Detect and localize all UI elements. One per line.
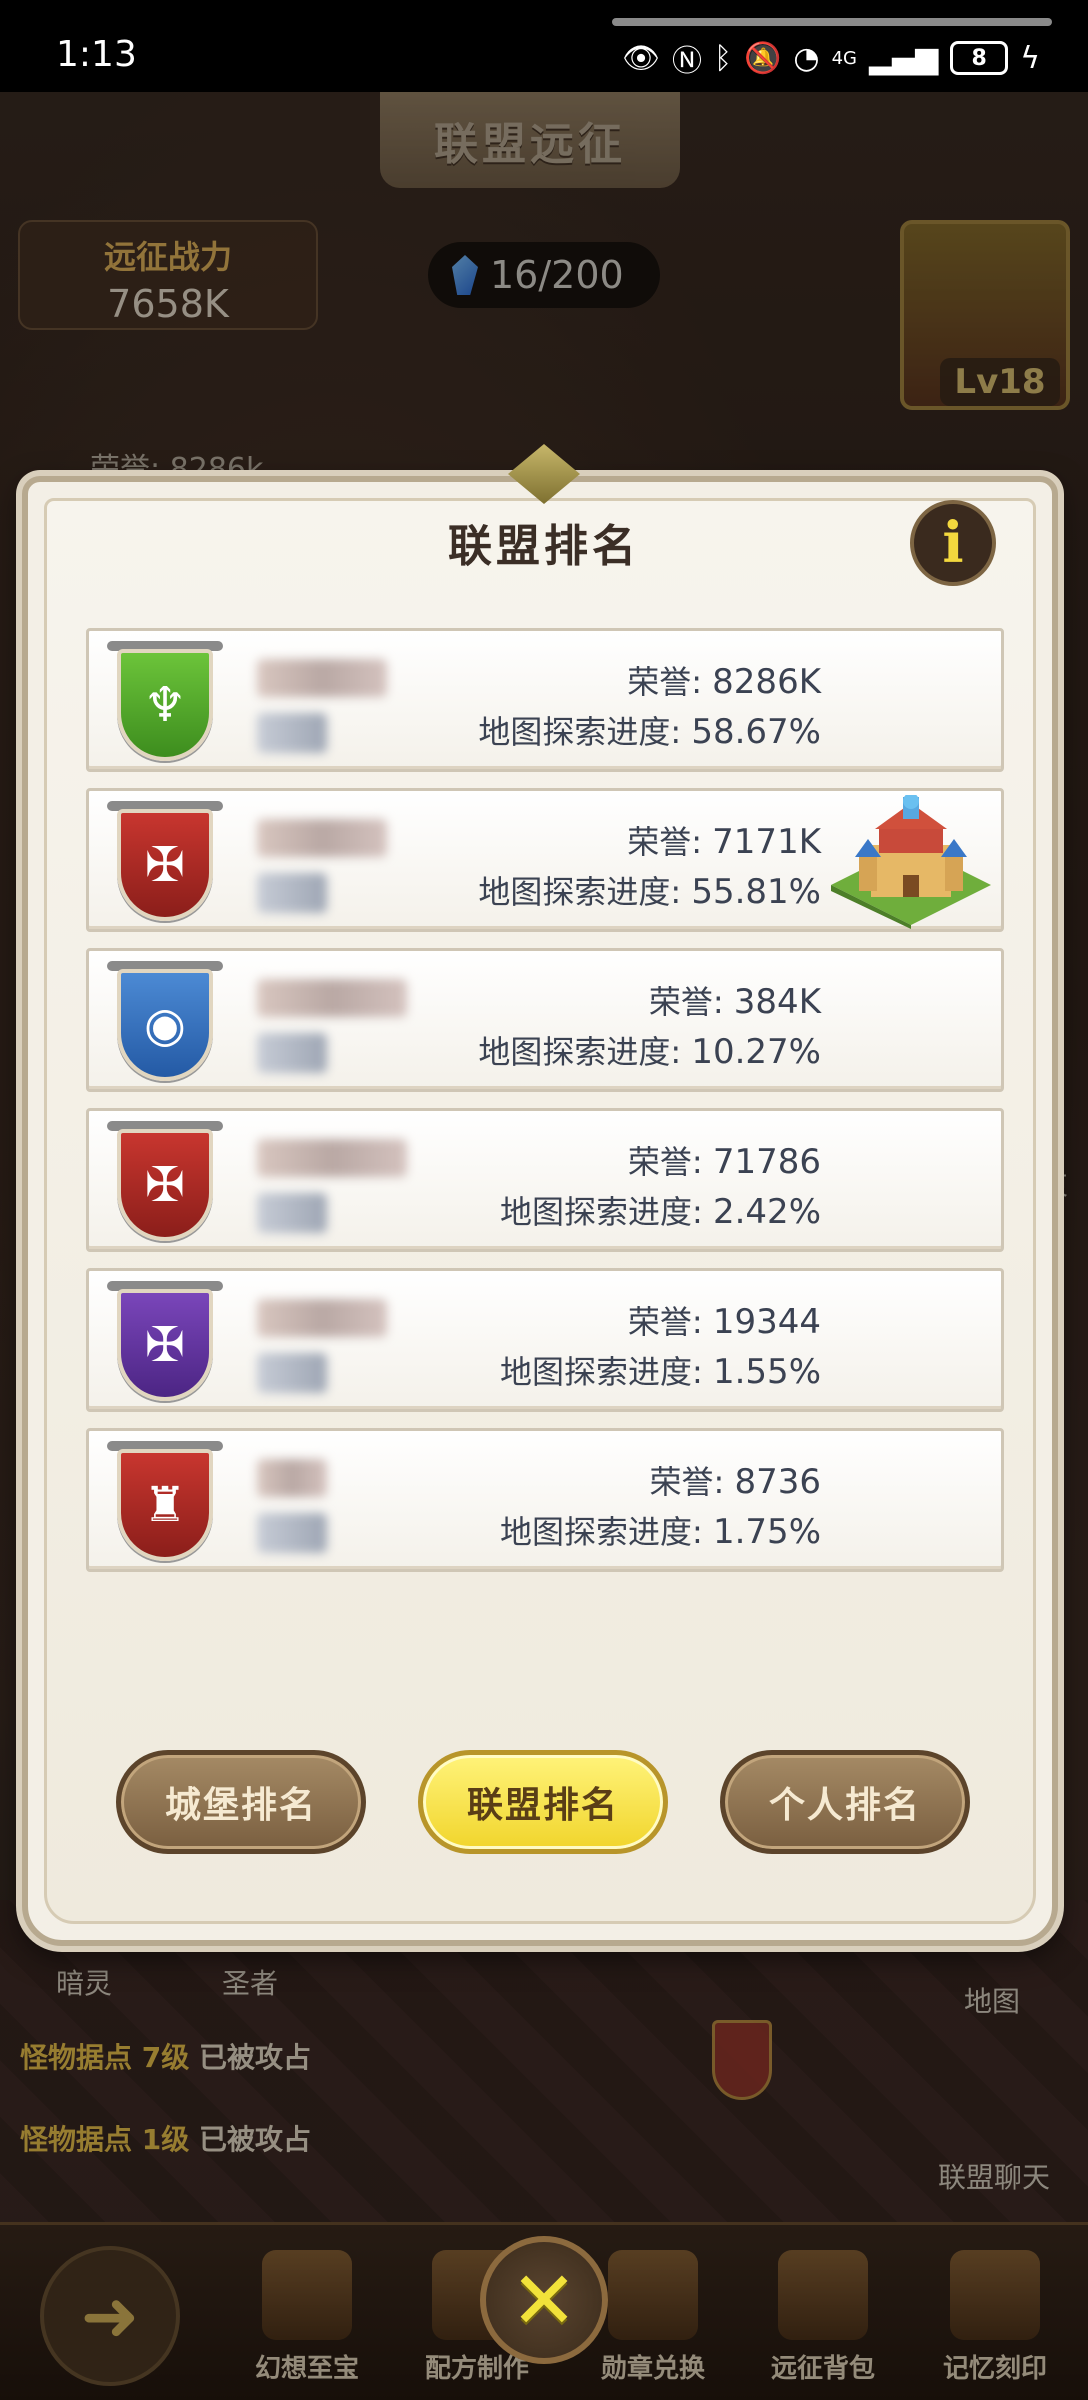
- progress-number: 1.75%: [712, 1512, 821, 1552]
- ranking-row[interactable]: ✠ 荣誉: 19344 地图探索进度: 1.55%: [86, 1268, 1004, 1412]
- progress-label: 地图探索进度:: [478, 713, 682, 751]
- status-bar: 1:13 👁 Ⓝ ᛒ 🔕 ◔ 4G ▂▄▆ 8 ϟ: [0, 0, 1088, 92]
- ranking-row[interactable]: ♆ 荣誉: 8286K 地图探索进度: 58.67%: [86, 628, 1004, 772]
- alliance-banner-icon: ✠: [117, 1129, 213, 1241]
- mute-icon: 🔕: [744, 40, 782, 76]
- alliance-leader-redacted: [257, 873, 327, 913]
- alliance-banner-icon: ♜: [117, 1449, 213, 1561]
- info-icon[interactable]: i: [910, 500, 996, 586]
- tab-castle-ranking[interactable]: 城堡排名: [116, 1750, 366, 1854]
- alliance-banner-icon: ✠: [117, 1289, 213, 1401]
- map-progress: 地图探索进度: 2.42%: [500, 1187, 821, 1233]
- status-indicator-line: [612, 18, 1052, 26]
- alliance-leader-redacted: [257, 713, 327, 753]
- eye-icon: 👁: [621, 40, 661, 76]
- honor-number: 384K: [733, 982, 821, 1022]
- alliance-banner-icon: ✠: [117, 809, 213, 921]
- ranking-row[interactable]: ✠ 荣誉: 7171K 地图探索进度: 55.81%: [86, 788, 1004, 932]
- alliance-name-redacted: [257, 1459, 327, 1497]
- alliance-banner-icon: ◉: [117, 969, 213, 1081]
- progress-number: 10.27%: [691, 1032, 821, 1072]
- map-progress: 地图探索进度: 1.75%: [500, 1507, 821, 1553]
- progress-label: 地图探索进度:: [478, 873, 682, 911]
- alliance-name-redacted: [257, 819, 387, 857]
- honor-number: 7171K: [712, 822, 821, 862]
- nfc-icon: Ⓝ: [672, 44, 703, 79]
- honor-number: 19344: [712, 1302, 821, 1342]
- ranking-row[interactable]: ✠ 荣誉: 71786 地图探索进度: 2.42%: [86, 1108, 1004, 1252]
- progress-label: 地图探索进度:: [478, 1033, 682, 1071]
- honor-value: 荣誉: 8736: [650, 1457, 822, 1503]
- progress-number: 55.81%: [691, 872, 821, 912]
- honor-number: 71786: [712, 1142, 821, 1182]
- progress-number: 58.67%: [691, 712, 821, 752]
- alliance-leader-redacted: [257, 1353, 327, 1393]
- map-progress: 地图探索进度: 58.67%: [478, 707, 821, 753]
- honor-label: 荣誉:: [627, 823, 702, 861]
- alliance-banner-icon: ♆: [117, 649, 213, 761]
- map-progress: 地图探索进度: 55.81%: [478, 867, 821, 913]
- ranking-row[interactable]: ◉ 荣誉: 384K 地图探索进度: 10.27%: [86, 948, 1004, 1092]
- honor-value: 荣誉: 19344: [628, 1297, 821, 1343]
- ranking-row[interactable]: ♜ 荣誉: 8736 地图探索进度: 1.75%: [86, 1428, 1004, 1572]
- honor-label: 荣誉:: [627, 663, 702, 701]
- wifi-icon: ◔: [793, 40, 820, 76]
- alliance-leader-redacted: [257, 1033, 327, 1073]
- alliance-name-redacted: [257, 659, 387, 697]
- honor-label: 荣誉:: [627, 1143, 703, 1181]
- network-label: 4G: [831, 47, 857, 69]
- honor-value: 荣誉: 8286K: [627, 657, 821, 703]
- progress-label: 地图探索进度:: [500, 1513, 703, 1551]
- close-icon[interactable]: ✕: [480, 2236, 608, 2364]
- honor-value: 荣誉: 384K: [649, 977, 821, 1023]
- battery-icon: 8: [950, 41, 1009, 75]
- tab-alliance-ranking[interactable]: 联盟排名: [418, 1750, 668, 1854]
- progress-number: 1.55%: [712, 1352, 821, 1392]
- signal-icon: ▂▄▆: [868, 40, 939, 76]
- honor-value: 荣誉: 7171K: [627, 817, 821, 863]
- charging-icon: ϟ: [1020, 40, 1040, 76]
- honor-label: 荣誉:: [627, 1303, 703, 1341]
- bluetooth-icon: ᛒ: [714, 40, 733, 76]
- alliance-name-redacted: [257, 979, 407, 1017]
- status-icons: 👁 Ⓝ ᛒ 🔕 ◔ 4G ▂▄▆ 8 ϟ: [622, 36, 1040, 80]
- alliance-leader-redacted: [257, 1193, 327, 1233]
- battery-level: 8: [971, 45, 987, 71]
- progress-label: 地图探索进度:: [500, 1353, 703, 1391]
- map-progress: 地图探索进度: 10.27%: [478, 1027, 821, 1073]
- progress-number: 2.42%: [712, 1192, 821, 1232]
- honor-label: 荣誉:: [648, 983, 724, 1021]
- honor-value: 荣誉: 71786: [628, 1137, 821, 1183]
- honor-label: 荣誉:: [649, 1463, 725, 1501]
- honor-number: 8736: [734, 1462, 821, 1502]
- honor-number: 8286K: [712, 662, 821, 702]
- tab-personal-ranking[interactable]: 个人排名: [720, 1750, 970, 1854]
- alliance-name-redacted: [257, 1299, 387, 1337]
- castle-icon: [831, 795, 991, 929]
- alliance-name-redacted: [257, 1139, 407, 1177]
- alliance-leader-redacted: [257, 1513, 327, 1553]
- progress-label: 地图探索进度:: [500, 1193, 703, 1231]
- status-time: 1:13: [56, 34, 137, 75]
- map-progress: 地图探索进度: 1.55%: [500, 1347, 821, 1393]
